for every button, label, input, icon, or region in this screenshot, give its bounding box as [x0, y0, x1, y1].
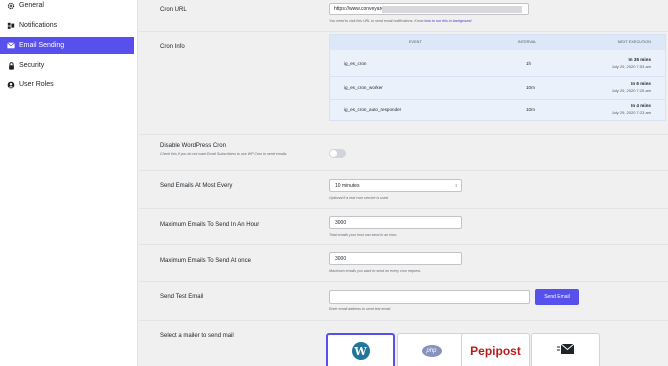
lock-icon — [7, 61, 15, 70]
test-email-input[interactable] — [329, 290, 530, 304]
sidebar-item-notifications[interactable]: Notifications — [0, 17, 134, 34]
disable-cron-help: Check this if you do not want Email Subs… — [160, 152, 288, 156]
divider — [139, 281, 668, 282]
sidebar-item-user-roles[interactable]: User Roles — [0, 76, 134, 93]
wordpress-icon: W — [351, 342, 370, 360]
select-arrows-icon: ⇕ — [454, 183, 458, 188]
sidebar-item-label: Email Sending — [19, 42, 65, 49]
column-header-next-execution: Next Execution — [617, 40, 651, 44]
disable-cron-toggle[interactable] — [329, 149, 346, 158]
table-row: ig_es_cron_worker 10m In 6 mins July 29,… — [330, 77, 665, 99]
divider — [139, 134, 668, 135]
max-at-once-help: Maximum emails you want to send on every… — [329, 269, 421, 273]
cron-url-help-text: You need to visit this URL to send email… — [329, 19, 424, 23]
table-row: ig_es_cron 1h In 35 mins July 29, 2020 7… — [330, 53, 665, 75]
next-execution-cell: In 4 mins — [631, 103, 651, 108]
sidebar-item-label: General — [19, 2, 44, 9]
php-icon: php — [421, 345, 442, 357]
max-at-once-value: 3000 — [335, 255, 347, 262]
send-every-label: Send Emails At Most Every — [160, 183, 233, 189]
send-email-button[interactable]: Send Email — [535, 289, 579, 305]
max-at-once-label: Maximum Emails To Send At once — [160, 258, 251, 264]
settings-sidebar: General Notifications Email Sending Secu… — [0, 0, 138, 366]
cron-url-label: Cron URL — [160, 7, 187, 13]
interval-cell: 10m — [526, 107, 535, 112]
event-cell: ig_es_cron — [344, 61, 367, 66]
sidebar-item-label: User Roles — [19, 81, 54, 88]
event-cell: ig_es_cron_auto_responder — [344, 107, 402, 112]
settings-app: General Notifications Email Sending Secu… — [0, 0, 668, 366]
max-per-hour-value: 3000 — [335, 219, 347, 226]
smtp-envelope-icon — [556, 342, 575, 360]
users-icon — [7, 81, 15, 89]
mailer-option-wordpress[interactable]: W — [326, 333, 395, 366]
cron-info-label: Cron Info — [160, 44, 185, 50]
max-per-hour-input[interactable]: 3000 — [329, 216, 462, 229]
disable-cron-label: Disable WordPress Cron — [160, 143, 226, 149]
pepipost-logo: Pepipost — [470, 344, 521, 358]
mailer-option-smtp[interactable] — [531, 333, 600, 366]
next-execution-date: July 29, 2020 7:53 am — [611, 64, 651, 69]
cron-url-help: You need to visit this URL to send email… — [329, 19, 471, 23]
interval-cell: 10m — [526, 85, 535, 90]
php-label: php — [426, 348, 437, 354]
table-header: Event Interval Next Execution — [330, 35, 665, 50]
event-cell: ig_es_cron_worker — [344, 85, 383, 90]
divider — [139, 320, 668, 321]
cron-background-link[interactable]: how to run this in background — [424, 19, 471, 23]
next-execution-date: July 29, 2020 7:25 am — [611, 88, 651, 93]
next-execution-cell: In 35 mins — [628, 57, 651, 62]
sidebar-item-security[interactable]: Security — [0, 57, 134, 74]
divider — [139, 31, 668, 32]
sidebar-item-general[interactable]: General — [0, 0, 134, 14]
test-email-label: Send Test Email — [160, 294, 204, 300]
notifications-icon — [7, 22, 15, 30]
column-header-interval: Interval — [518, 40, 537, 44]
email-sending-panel: Cron URL https://www.conveyarena.com You… — [139, 0, 668, 366]
next-execution-date: July 29, 2020 7:23 am — [611, 110, 651, 115]
cron-url-field[interactable]: https://www.conveyarena.com — [329, 3, 529, 15]
mailer-label: Select a mailer to send mail — [160, 333, 234, 339]
column-header-event: Event — [409, 40, 422, 44]
sidebar-item-email-sending[interactable]: Email Sending — [0, 37, 134, 54]
gear-icon — [7, 2, 15, 10]
redacted-url-part — [382, 6, 522, 13]
next-execution-cell: In 6 mins — [631, 81, 651, 86]
mailer-option-php[interactable]: php — [397, 333, 466, 366]
sidebar-item-label: Notifications — [19, 22, 58, 29]
send-every-value: 10 minutes — [335, 182, 360, 189]
max-per-hour-label: Maximum Emails To Send In An Hour — [160, 222, 260, 228]
envelope-icon — [7, 42, 15, 50]
send-every-help: Optional if a real cron service is used — [329, 196, 388, 200]
max-at-once-input[interactable]: 3000 — [329, 252, 462, 265]
divider — [139, 208, 668, 209]
table-row: ig_es_cron_auto_responder 10m In 4 mins … — [330, 99, 665, 121]
interval-cell: 1h — [526, 61, 532, 66]
divider — [139, 170, 668, 171]
max-per-hour-help: Total emails your host can send in an ho… — [329, 233, 398, 237]
test-email-help: Enter email address to send test email. — [329, 307, 392, 311]
send-every-select[interactable]: 10 minutes ⇕ — [329, 179, 462, 192]
sidebar-item-label: Security — [19, 62, 45, 69]
divider — [139, 244, 668, 245]
mailer-option-pepipost[interactable]: Pepipost — [461, 333, 530, 366]
cron-info-table: Event Interval Next Execution ig_es_cron… — [329, 34, 666, 121]
